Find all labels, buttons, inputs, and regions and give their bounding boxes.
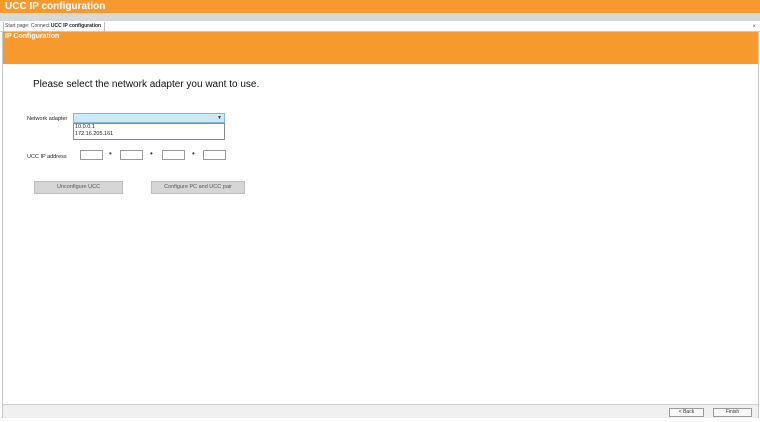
ip-octet-4-input[interactable]	[203, 150, 226, 160]
toolbar-strip	[0, 13, 760, 21]
ucc-ip-label: UCC IP address	[27, 154, 67, 160]
right-border	[758, 32, 759, 418]
breadcrumb-prefix: Start page: Connect	[5, 23, 50, 29]
ip-octet-3-input[interactable]	[162, 150, 185, 160]
breadcrumb-current: UCC IP configuration	[50, 23, 102, 29]
configure-pc-ucc-button[interactable]: Configure PC and UCC pair	[151, 181, 245, 194]
app-window: UCC IP configuration Start page: Connect…	[0, 0, 760, 422]
ip-separator: •	[150, 149, 153, 158]
adapter-option[interactable]: 10.0.0.1	[74, 124, 224, 131]
close-icon[interactable]: ×	[752, 24, 756, 30]
network-adapter-combo[interactable]: ▼	[73, 113, 225, 123]
content-area: Please select the network adapter you wa…	[3, 64, 758, 404]
footer-bar: < Back Finish	[3, 404, 758, 418]
instruction-text: Please select the network adapter you wa…	[33, 79, 260, 90]
chevron-down-icon[interactable]: ▼	[217, 115, 222, 122]
ip-octet-2-input[interactable]	[120, 150, 143, 160]
finish-button[interactable]: Finish	[713, 408, 752, 417]
ip-separator: •	[109, 149, 112, 158]
adapter-option[interactable]: 172.16.205.161	[74, 131, 224, 138]
title-bar: UCC IP configuration	[0, 0, 760, 13]
window-title: UCC IP configuration	[5, 1, 106, 12]
ip-octet-1-input[interactable]	[80, 150, 103, 160]
unconfigure-ucc-button[interactable]: Unconfigure UCC	[34, 181, 123, 194]
ip-separator: •	[192, 149, 195, 158]
panel-title: IP Configuration	[5, 33, 60, 40]
adapter-dropdown-list: 10.0.0.1 172.16.205.161	[73, 123, 225, 140]
back-button[interactable]: < Back	[669, 408, 704, 417]
network-adapter-label: Network adapter	[27, 116, 68, 122]
breadcrumb-tab[interactable]: Start page: Connect UCC IP configuration	[3, 22, 106, 32]
panel-header: IP Configuration ×	[3, 24, 758, 64]
tab-strip: Start page: Connect UCC IP configuration	[0, 21, 760, 32]
